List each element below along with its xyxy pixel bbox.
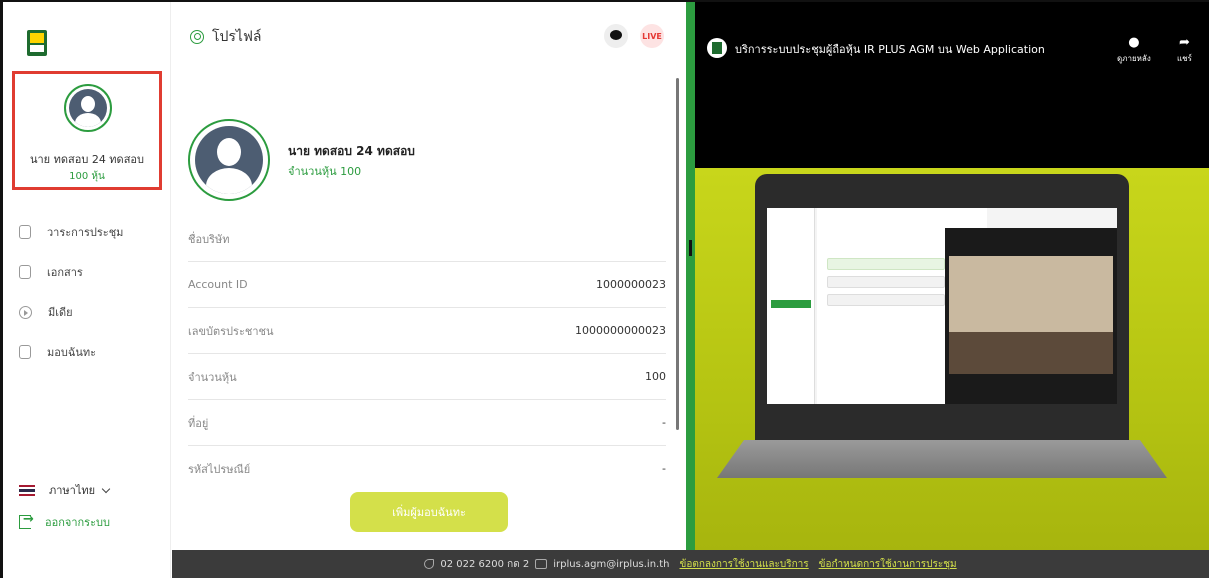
split-divider[interactable] [686,2,695,550]
logout-label: ออกจากระบบ [45,516,110,529]
field-row-shares: จำนวนหุ้น 100 [188,354,666,400]
field-row-id-card: เลขบัตรประชาชน 1000000000023 [188,308,666,354]
avatar [64,84,112,132]
field-row-postal-code: รหัสไปรษณีย์ - [188,446,666,486]
terms-link[interactable]: ข้อตกลงการใช้งานและบริการ [680,557,809,572]
profile-shares: จำนวนหุ้น 100 [288,165,362,178]
language-label: ภาษาไทย [49,484,96,497]
page-title: โปรไฟล์ [190,26,261,48]
video-player[interactable]: บริการระบบประชุมผู้ถือหุ้น IR PLUS AGM บ… [695,2,1209,550]
sidebar: นาย ทดสอบ 24 ทดสอบ 100 หุ้น วาระการประชุ… [3,2,171,578]
logout-icon [19,512,34,529]
sidebar-profile-card[interactable]: นาย ทดสอบ 24 ทดสอบ 100 หุ้น [12,71,162,190]
language-selector[interactable]: ภาษาไทย [19,481,111,499]
watch-later-label: ดูภายหลัง [1117,54,1151,63]
channel-logo-icon[interactable] [707,38,727,58]
irplus-logo-icon[interactable] [27,30,47,56]
field-row-company: ชื่อบริษัท [188,216,666,262]
profile-scroll-area[interactable]: นาย ทดสอบ 24 ทดสอบ จำนวนหุ้น 100 ชื่อบริ… [172,66,686,486]
footer-phone: 02 022 6200 กด 2 [440,558,530,570]
drag-handle-icon[interactable] [689,240,692,256]
user-circle-icon [190,30,204,44]
profile-name: นาย ทดสอบ 24 ทดสอบ [288,144,415,158]
sidebar-item-label: มอบฉันทะ [47,346,97,359]
field-label: Account ID [188,278,248,291]
chevron-down-icon [101,484,111,493]
sidebar-user-shares: 100 หุ้น [69,171,105,182]
scrollbar[interactable] [676,78,679,430]
chat-button[interactable] [604,24,628,48]
page-title-text: โปรไฟล์ [212,29,262,45]
sidebar-item-label: เอกสาร [47,266,83,279]
mini-sidebar [767,208,815,404]
thai-flag-icon [19,484,35,496]
laptop-screen [767,208,1117,404]
field-value: 100 [645,370,666,383]
sidebar-user-name: นาย ทดสอบ 24 ทดสอบ [29,153,145,166]
field-value: - [662,462,666,475]
live-button[interactable]: LIVE [640,24,664,48]
add-proxy-button[interactable]: เพิ่มผู้มอบฉันทะ [350,492,508,532]
live-icon: LIVE [642,31,662,41]
form-icon [19,345,31,359]
footer: 02 022 6200 กด 2 irplus.agm@irplus.in.th… [172,550,1209,578]
profile-panel: โปรไฟล์ LIVE นาย ทดสอบ 24 ทดสอบ จำนวนหุ้… [172,2,686,550]
field-label: รหัสไปรษณีย์ [188,462,251,476]
sidebar-item-label: วาระการประชุม [47,226,124,239]
sidebar-menu: วาระการประชุม เอกสาร มีเดีย มอบฉันทะ [19,212,123,372]
footer-email[interactable]: irplus.agm@irplus.in.th [553,559,669,570]
avatar [188,119,270,201]
sidebar-item-media[interactable]: มีเดีย [19,292,123,332]
field-label: จำนวนหุ้น [188,370,237,384]
mail-icon [535,559,548,569]
field-label: เลขบัตรประชาชน [188,324,274,338]
field-label: ที่อยู่ [188,416,209,430]
share-button[interactable]: ➦ แชร์ [1177,36,1192,65]
meeting-table-image [949,332,1113,374]
video-title[interactable]: บริการระบบประชุมผู้ถือหุ้น IR PLUS AGM บ… [735,40,1045,58]
sidebar-item-label: มีเดีย [48,306,73,319]
logout-button[interactable]: ออกจากระบบ [19,512,110,531]
field-row-address: ที่อยู่ - [188,400,666,446]
sidebar-item-agenda[interactable]: วาระการประชุม [19,212,123,252]
keyboard-image [717,440,1167,478]
sidebar-item-documents[interactable]: เอกสาร [19,252,123,292]
watch-later-button[interactable]: ● ดูภายหลัง [1117,36,1151,65]
sidebar-item-proxy[interactable]: มอบฉันทะ [19,332,123,372]
share-icon: ➦ [1178,35,1190,50]
clock-icon: ● [1128,35,1140,50]
field-value: 1000000000023 [575,324,666,337]
field-label: ชื่อบริษัท [188,232,230,246]
share-label: แชร์ [1177,54,1192,63]
field-value: - [662,416,666,429]
field-row-account-id: Account ID 1000000023 [188,262,666,308]
laptop-image [755,174,1129,454]
field-value: 1000000023 [596,278,666,291]
meeting-terms-link[interactable]: ข้อกำหนดการใช้งานการประชุม [819,557,957,572]
document-icon [19,265,31,279]
phone-icon [424,559,435,569]
play-icon [19,305,32,319]
clipboard-icon [19,225,31,239]
